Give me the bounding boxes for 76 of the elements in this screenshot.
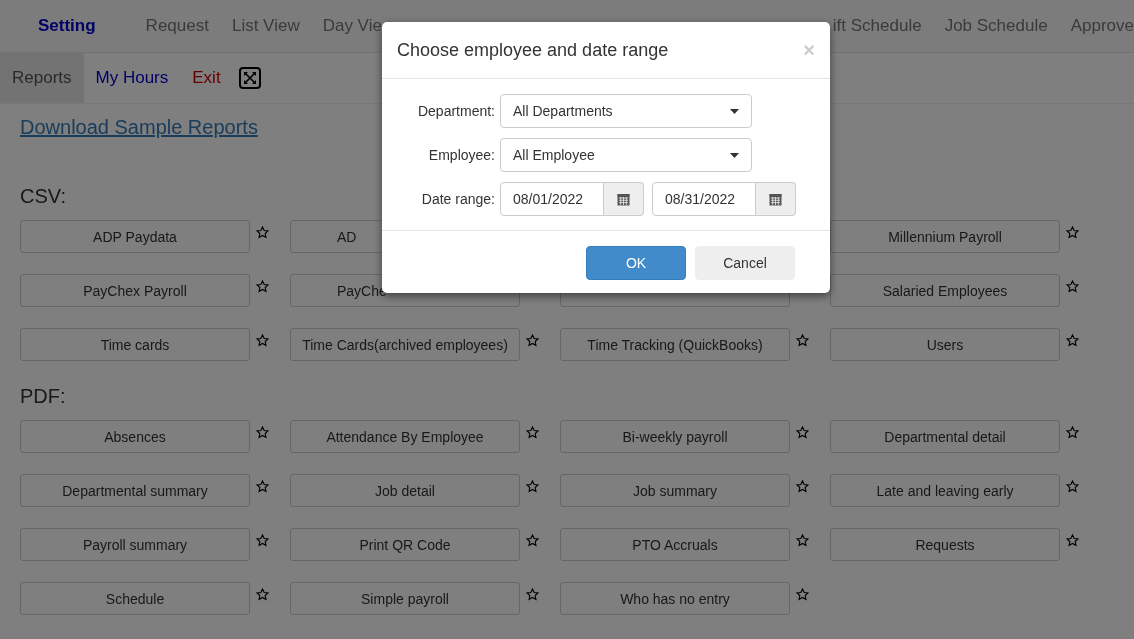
star-icon[interactable] — [256, 426, 269, 439]
star-icon[interactable] — [796, 588, 809, 601]
star-icon[interactable] — [1066, 426, 1079, 439]
star-icon[interactable] — [526, 334, 539, 347]
field-label: Department: — [416, 103, 495, 119]
nav-tab[interactable]: Day Vie — [322, 16, 382, 36]
report-button[interactable]: Time cards — [20, 328, 250, 361]
report-button[interactable]: Job detail — [290, 474, 520, 507]
report-button[interactable]: Time Tracking (QuickBooks) — [560, 328, 790, 361]
report-button[interactable]: PTO Accruals — [560, 528, 790, 561]
report-button[interactable]: Millennium Payroll — [830, 220, 1060, 253]
nav-tab[interactable]: Setting — [38, 16, 96, 36]
star-icon[interactable] — [1066, 226, 1079, 239]
nav-tab[interactable]: Reports — [0, 53, 84, 103]
date-field[interactable]: 08/01/2022 — [500, 182, 604, 216]
department-select[interactable]: All Departments — [500, 94, 752, 128]
report-button[interactable]: Attendance By Employee — [290, 420, 520, 453]
nav-tab[interactable]: Approve — [1070, 16, 1134, 36]
report-button[interactable]: Schedule — [20, 582, 250, 615]
dialog-title: Choose employee and date range — [397, 39, 669, 61]
nav-tab[interactable]: Request — [145, 16, 209, 36]
star-icon[interactable] — [526, 534, 539, 547]
nav-tab[interactable]: List View — [231, 16, 300, 36]
ok-button[interactable]: OK — [586, 246, 686, 280]
section-heading: PDF: — [20, 385, 66, 408]
report-button[interactable]: Late and leaving early — [830, 474, 1060, 507]
report-button[interactable]: Absences — [20, 420, 250, 453]
caret-icon — [730, 152, 739, 158]
star-icon[interactable] — [526, 426, 539, 439]
report-button[interactable]: Departmental summary — [20, 474, 250, 507]
caret-icon — [730, 108, 739, 114]
fullscreen-icon[interactable] — [238, 67, 261, 89]
star-icon[interactable] — [256, 588, 269, 601]
star-icon[interactable] — [796, 334, 809, 347]
star-icon[interactable] — [256, 226, 269, 239]
report-button[interactable]: PayChex Payroll — [20, 274, 250, 307]
report-button[interactable]: Requests — [830, 528, 1060, 561]
star-icon[interactable] — [796, 480, 809, 493]
star-icon[interactable] — [526, 480, 539, 493]
report-button[interactable]: ADP Paydata — [20, 220, 250, 253]
nav-link[interactable]: Exit — [180, 53, 233, 103]
star-icon[interactable] — [256, 480, 269, 493]
report-button[interactable]: Time Cards(archived employees) — [290, 328, 520, 361]
calendar-icon — [617, 192, 630, 206]
section-heading: CSV: — [20, 185, 66, 208]
report-button[interactable]: Payroll summary — [20, 528, 250, 561]
report-button[interactable]: Users — [830, 328, 1060, 361]
nav-tab[interactable]: Job Schedule — [944, 16, 1048, 36]
calendar-icon — [769, 192, 782, 206]
calendar-button[interactable] — [604, 182, 644, 216]
star-icon[interactable] — [1066, 534, 1079, 547]
report-button[interactable]: Print QR Code — [290, 528, 520, 561]
field-label: Employee: — [427, 147, 495, 163]
star-icon[interactable] — [1066, 334, 1079, 347]
date-field[interactable]: 08/31/2022 — [652, 182, 756, 216]
download-link[interactable]: Download Sample Reports — [20, 116, 258, 139]
report-button[interactable]: Job summary — [560, 474, 790, 507]
star-icon[interactable] — [256, 534, 269, 547]
report-button[interactable]: Departmental detail — [830, 420, 1060, 453]
star-icon[interactable] — [256, 280, 269, 293]
report-button[interactable]: Bi-weekly payroll — [560, 420, 790, 453]
star-icon[interactable] — [796, 534, 809, 547]
star-icon[interactable] — [1066, 280, 1079, 293]
cancel-button[interactable]: Cancel — [695, 246, 795, 280]
star-icon[interactable] — [526, 588, 539, 601]
report-button[interactable]: Who has no entry — [560, 582, 790, 615]
report-button[interactable]: Simple payroll — [290, 582, 520, 615]
nav-tab[interactable]: ift Schedule — [832, 16, 922, 36]
star-icon[interactable] — [256, 334, 269, 347]
star-icon[interactable] — [1066, 480, 1079, 493]
star-icon[interactable] — [796, 426, 809, 439]
field-label: Date range: — [420, 191, 495, 207]
calendar-button[interactable] — [756, 182, 796, 216]
nav-link[interactable]: My Hours — [83, 53, 181, 103]
employee-select[interactable]: All Employee — [500, 138, 752, 172]
report-button[interactable]: Salaried Employees — [830, 274, 1060, 307]
